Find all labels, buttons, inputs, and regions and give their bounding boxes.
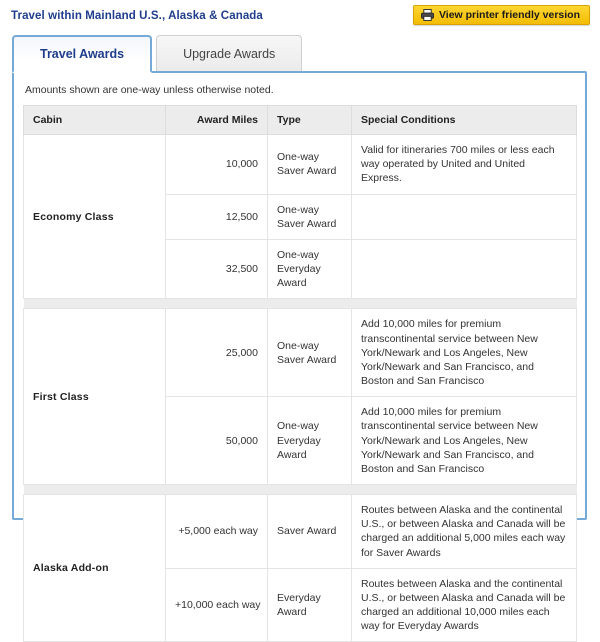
view-printer-friendly-button[interactable]: View printer friendly version [412,5,590,25]
table-row: Alaska Add-on +5,000 each way Saver Awar… [23,494,577,642]
special-conditions: Valid for itineraries 700 miles or less … [351,134,577,195]
printer-button-label: View printer friendly version [438,9,580,21]
tab-upgrade-awards[interactable]: Upgrade Awards [156,35,303,71]
special-conditions: Routes between Alaska and the continenta… [351,494,577,569]
page-title: Travel within Mainland U.S., Alaska & Ca… [11,10,263,22]
column-header-type: Type [267,105,352,135]
column-header-award-miles: Award Miles [165,105,268,135]
table-header-row: Cabin Award Miles Type Special Condition… [23,105,577,135]
award-miles: 50,000 [165,396,268,486]
award-type: One-way Saver Award [267,308,352,398]
award-miles: +10,000 each way [165,567,268,642]
special-conditions: Routes between Alaska and the continenta… [351,567,577,642]
printer-icon [421,9,434,21]
award-type: One-way Saver Award [267,134,352,195]
table-row: First Class 25,000 One-way Saver Award A… [23,308,577,486]
page-header: Travel within Mainland U.S., Alaska & Ca… [0,0,600,32]
column-header-cabin: Cabin [23,105,166,135]
award-type: Saver Award [267,494,352,569]
section-separator [23,298,577,309]
award-type: One-way Everyday Award [267,396,352,486]
table-row: Economy Class 10,000 One-way Saver Award… [23,133,577,300]
award-miles: 32,500 [165,238,268,300]
cabin-economy-class: Economy Class [23,133,166,300]
table-body: Economy Class 10,000 One-way Saver Award… [23,133,577,642]
award-type: Everyday Award [267,567,352,642]
award-miles: 10,000 [165,134,268,195]
award-miles: 25,000 [165,308,268,398]
tab-upgrade-awards-label: Upgrade Awards [183,46,276,61]
tab-travel-awards-label: Travel Awards [40,47,125,61]
column-header-special-conditions: Special Conditions [351,105,577,135]
cabin-first-class: First Class [23,308,166,486]
cabin-alaska-add-on: Alaska Add-on [23,494,166,642]
special-conditions [351,238,577,300]
award-miles: 12,500 [165,193,268,240]
award-type: One-way Everyday Award [267,238,352,300]
tab-bar: Travel Awards Upgrade Awards [12,35,303,73]
award-type: One-way Saver Award [267,193,352,240]
special-conditions [351,193,577,240]
tab-travel-awards[interactable]: Travel Awards [12,35,153,73]
award-miles: +5,000 each way [165,494,268,569]
special-conditions: Add 10,000 miles for premium transcontin… [351,396,577,486]
special-conditions: Add 10,000 miles for premium transcontin… [351,308,577,398]
amounts-note: Amounts shown are one-way unless otherwi… [25,84,274,96]
section-separator [23,484,577,495]
travel-awards-panel: Amounts shown are one-way unless otherwi… [12,71,587,642]
award-chart-table: Cabin Award Miles Type Special Condition… [23,105,577,642]
